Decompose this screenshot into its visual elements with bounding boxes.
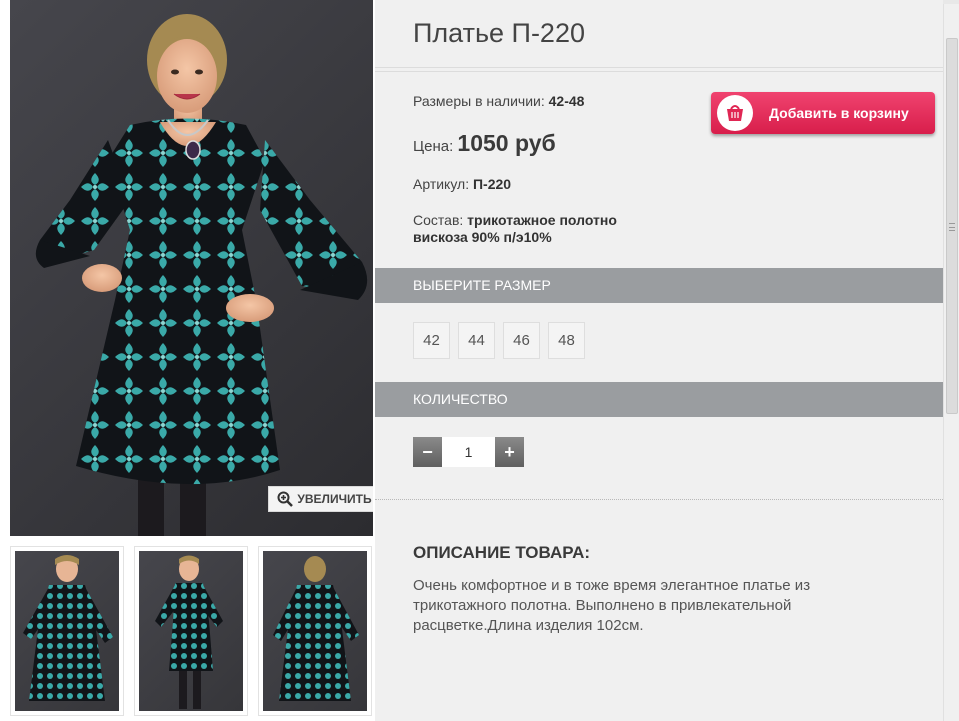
divider (375, 499, 943, 500)
size-option-46[interactable]: 46 (503, 322, 540, 359)
composition-line1: трикотажное полотно (467, 212, 617, 228)
quantity-decrease-button[interactable]: − (413, 437, 442, 467)
product-title: Платье П-220 (413, 18, 585, 48)
product-info-panel: Платье П-220 Размеры в наличии: 42-48 Це… (375, 0, 943, 721)
price-label: Цена: (413, 138, 454, 155)
scrollbar-thumb[interactable] (946, 38, 958, 414)
price: Цена: 1050 руб (413, 130, 556, 157)
article-value: П-220 (472, 176, 512, 192)
composition: Состав: трикотажное полотно вискоза 90% … (413, 212, 617, 246)
model-in-dress-image (35, 14, 368, 536)
size-section-header: ВЫБЕРИТЕ РАЗМЕР (375, 268, 943, 303)
quantity-increase-button[interactable]: + (495, 437, 524, 467)
scroll-grip-icon (949, 223, 955, 231)
price-value: 1050 руб (457, 130, 556, 156)
basket-icon (717, 95, 753, 131)
article: Артикул: П-220 (413, 176, 511, 192)
size-option-42[interactable]: 42 (413, 322, 450, 359)
available-sizes-label: Размеры в наличии: (413, 93, 545, 109)
available-sizes: Размеры в наличии: 42-48 (413, 93, 584, 109)
composition-label: Состав: (413, 212, 464, 228)
page-scrollbar[interactable] (943, 0, 959, 721)
thumbnail-front-image (23, 555, 113, 701)
available-sizes-value: 42-48 (548, 93, 585, 109)
quantity-stepper: − + (413, 437, 524, 467)
thumbnail-side-image (155, 555, 223, 709)
size-options: 42 44 46 48 (413, 322, 585, 359)
article-label: Артикул: (413, 176, 470, 192)
zoom-button[interactable]: УВЕЛИЧИТЬ (268, 486, 373, 512)
title-bar: Платье П-220 (375, 0, 943, 72)
magnifier-plus-icon (277, 491, 294, 507)
size-option-44[interactable]: 44 (458, 322, 495, 359)
size-option-48[interactable]: 48 (548, 322, 585, 359)
add-to-cart-label: Добавить в корзину (769, 105, 909, 121)
thumbnail-side[interactable] (134, 546, 248, 716)
thumbnail-back-image (273, 556, 359, 701)
add-to-cart-button[interactable]: Добавить в корзину (711, 92, 935, 134)
description-text: Очень комфортное и в тоже время элегантн… (413, 577, 811, 634)
quantity-section-header: КОЛИЧЕСТВО (375, 382, 943, 417)
thumbnail-gallery (10, 546, 373, 721)
description-title: ОПИСАНИЕ ТОВАРА: (413, 543, 591, 562)
composition-line2: вискоза 90% п/э10% (413, 229, 552, 245)
scrollbar-top-strip (943, 0, 959, 4)
zoom-label: УВЕЛИЧИТЬ (297, 492, 372, 506)
main-product-photo[interactable]: УВЕЛИЧИТЬ (10, 0, 373, 536)
thumbnail-front[interactable] (10, 546, 124, 716)
thumbnail-back[interactable] (258, 546, 372, 716)
quantity-input[interactable] (442, 437, 495, 467)
